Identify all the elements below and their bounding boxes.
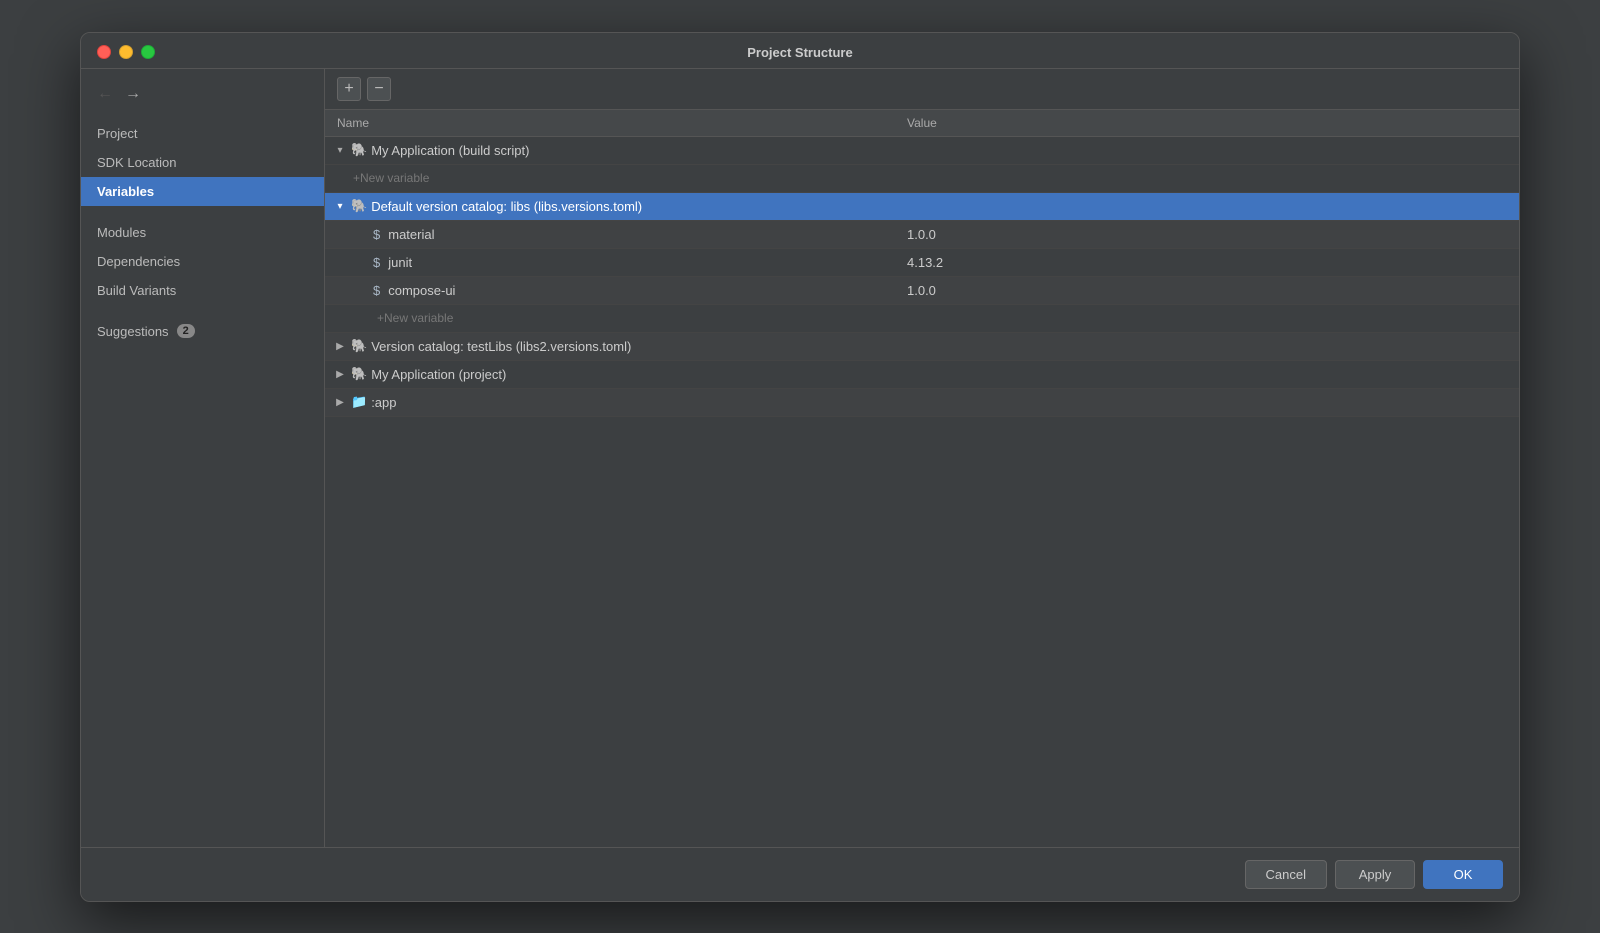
variables-table: Name Value ▾ My Application (build scrip… [325, 110, 1519, 847]
table-row[interactable]: $ junit 4.13.2 [325, 249, 1519, 277]
folder-icon [351, 394, 367, 410]
chevron-down-icon: ▾ [333, 145, 347, 156]
row-name-my-app-build: ▾ My Application (build script) [325, 142, 895, 158]
main-content: ← → Project SDK Location Variables Modul… [81, 69, 1519, 847]
toolbar: + − [325, 69, 1519, 110]
suggestions-label: Suggestions [97, 324, 169, 339]
back-button[interactable]: ← [93, 83, 117, 105]
row-value-material: 1.0.0 [895, 227, 1519, 242]
close-button[interactable] [97, 45, 111, 59]
table-row[interactable]: ▶ My Application (project) [325, 361, 1519, 389]
sidebar-divider-1 [81, 206, 324, 218]
sidebar-nav: Project SDK Location Variables Modules D… [81, 115, 324, 350]
table-row[interactable]: +New variable [325, 305, 1519, 333]
maximize-button[interactable] [141, 45, 155, 59]
row-value-junit: 4.13.2 [895, 255, 1519, 270]
sidebar-divider-2 [81, 305, 324, 317]
sidebar-item-project[interactable]: Project [81, 119, 324, 148]
row-value-compose-ui: 1.0.0 [895, 283, 1519, 298]
content-area: + − Name Value ▾ My Application (build s… [325, 69, 1519, 847]
minimize-button[interactable] [119, 45, 133, 59]
new-variable-link-build: +New variable [325, 171, 895, 185]
row-name-material: $ material [325, 227, 895, 242]
new-variable-link-catalog: +New variable [325, 311, 895, 325]
gradle-icon [351, 366, 367, 382]
suggestions-badge: 2 [177, 324, 195, 338]
table-header: Name Value [325, 110, 1519, 137]
row-name-app: ▶ :app [325, 394, 895, 410]
column-header-value: Value [895, 116, 1519, 130]
row-name-compose-ui: $ compose-ui [325, 283, 895, 298]
sidebar: ← → Project SDK Location Variables Modul… [81, 69, 325, 847]
table-row[interactable]: ▶ Version catalog: testLibs (libs2.versi… [325, 333, 1519, 361]
sidebar-item-build-variants[interactable]: Build Variants [81, 276, 324, 305]
window-controls [97, 45, 155, 59]
row-name-my-app-project: ▶ My Application (project) [325, 366, 895, 382]
chevron-down-icon: ▾ [333, 201, 347, 212]
remove-variable-button[interactable]: − [367, 77, 391, 101]
title-bar: Project Structure [81, 33, 1519, 69]
row-name-junit: $ junit [325, 255, 895, 270]
chevron-right-icon: ▶ [333, 369, 347, 380]
sidebar-item-sdk-location[interactable]: SDK Location [81, 148, 324, 177]
variable-dollar-icon: $ [373, 283, 380, 298]
add-variable-button[interactable]: + [337, 77, 361, 101]
nav-controls: ← → [81, 77, 324, 115]
dialog-title: Project Structure [747, 45, 852, 60]
cancel-button[interactable]: Cancel [1245, 860, 1327, 889]
variable-dollar-icon: $ [373, 227, 380, 242]
table-row[interactable]: +New variable [325, 165, 1519, 193]
sidebar-item-suggestions[interactable]: Suggestions 2 [81, 317, 324, 346]
table-row[interactable]: ▾ Default version catalog: libs (libs.ve… [325, 193, 1519, 221]
sidebar-item-dependencies[interactable]: Dependencies [81, 247, 324, 276]
footer: Cancel Apply OK [81, 847, 1519, 901]
gradle-icon [351, 198, 367, 214]
project-structure-dialog: Project Structure ← → Project SDK Locati… [80, 32, 1520, 902]
table-row[interactable]: ▾ My Application (build script) [325, 137, 1519, 165]
chevron-right-icon: ▶ [333, 397, 347, 408]
gradle-icon [351, 142, 367, 158]
sidebar-item-variables[interactable]: Variables [81, 177, 324, 206]
chevron-right-icon: ▶ [333, 341, 347, 352]
forward-button[interactable]: → [121, 83, 145, 105]
table-row[interactable]: $ material 1.0.0 [325, 221, 1519, 249]
sidebar-item-modules[interactable]: Modules [81, 218, 324, 247]
table-row[interactable]: ▶ :app [325, 389, 1519, 417]
column-header-name: Name [325, 116, 895, 130]
gradle-icon [351, 338, 367, 354]
apply-button[interactable]: Apply [1335, 860, 1415, 889]
table-row[interactable]: $ compose-ui 1.0.0 [325, 277, 1519, 305]
ok-button[interactable]: OK [1423, 860, 1503, 889]
row-name-test-libs: ▶ Version catalog: testLibs (libs2.versi… [325, 338, 895, 354]
row-name-default-catalog: ▾ Default version catalog: libs (libs.ve… [325, 198, 895, 214]
variable-dollar-icon: $ [373, 255, 380, 270]
